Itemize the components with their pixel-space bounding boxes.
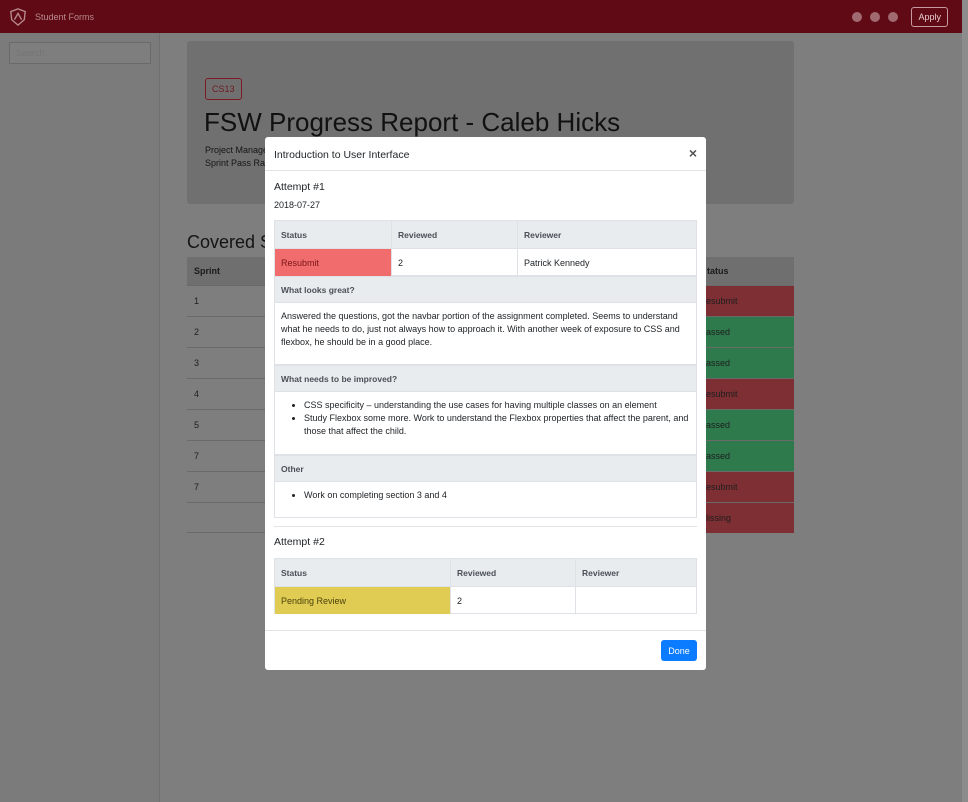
course-badge: CS13 [205, 78, 242, 100]
reviewer-header: Reviewer [576, 559, 696, 586]
status-badge: assed [700, 441, 794, 471]
what-looks-great-heading: What looks great? [274, 276, 697, 303]
other-list: Work on completing section 3 and 4 [274, 482, 697, 518]
status-badge: lissing [700, 503, 794, 533]
attempt-divider [274, 526, 697, 527]
status-cell: Pending Review [275, 586, 451, 614]
attempt-1-title: Attempt #1 [274, 181, 325, 193]
sprint-number: 3 [194, 358, 200, 368]
reviewed-header: Reviewed [451, 559, 576, 586]
status-cell: Resubmit [275, 248, 392, 276]
status-badge: assed [700, 410, 794, 440]
sidebar [0, 33, 160, 802]
shield-logo-icon[interactable] [9, 7, 27, 26]
needs-improvement-list: CSS specificity – understanding the use … [274, 392, 697, 455]
status-badge: esubmit [700, 286, 794, 316]
list-item: Study Flexbox some more. Work to underst… [304, 412, 690, 438]
reviewed-cell: 2 [392, 248, 518, 276]
search-input[interactable] [9, 42, 151, 64]
sprint-number: 2 [194, 327, 200, 337]
attempts-modal: Introduction to User Interface × Attempt… [265, 137, 706, 670]
project-manager-label: Project Manage [205, 145, 269, 155]
sprint-number: 7 [194, 482, 200, 492]
sprint-number: 5 [194, 420, 200, 430]
modal-footer-divider [265, 630, 706, 631]
github-icon[interactable] [852, 11, 863, 22]
reviewer-cell [576, 586, 696, 614]
sprint-number: 1 [194, 296, 200, 306]
reviewer-cell: Patrick Kennedy [518, 248, 696, 276]
status-header: Status [275, 221, 392, 248]
status-badge: esubmit [700, 379, 794, 409]
sprint-pass-rate-label: Sprint Pass Rat [205, 158, 268, 168]
modal-header: Introduction to User Interface × [265, 137, 706, 171]
sprint-number: 7 [194, 451, 200, 461]
twitter-icon[interactable] [870, 11, 881, 22]
done-button[interactable]: Done [661, 640, 697, 661]
needs-improvement-heading: What needs to be improved? [274, 365, 697, 392]
reviewed-header: Reviewed [392, 221, 518, 248]
other-heading: Other [274, 455, 697, 482]
navbar-actions: Apply [844, 6, 954, 27]
list-item: Work on completing section 3 and 4 [304, 489, 690, 502]
covered-sprints-heading: Covered S [187, 232, 273, 252]
modal-title: Introduction to User Interface [274, 149, 410, 161]
reviewed-cell: 2 [451, 586, 576, 614]
status-badge: assed [700, 317, 794, 347]
reviewer-header: Reviewer [518, 221, 696, 248]
status-badge: assed [700, 348, 794, 378]
apply-button[interactable]: Apply [911, 6, 948, 27]
close-icon[interactable]: × [689, 145, 697, 161]
attempt-1-date: 2018-07-27 [274, 200, 321, 210]
sprint-number: 4 [194, 389, 200, 399]
page-title: FSW Progress Report - Caleb Hicks [204, 107, 621, 137]
list-item: CSS specificity – understanding the use … [304, 399, 690, 412]
attempt-2-title: Attempt #2 [274, 536, 325, 548]
status-header: Status [275, 559, 451, 586]
attempt-1-table: Status Reviewed Reviewer Resubmit 2 Patr… [274, 220, 697, 276]
status-badge: esubmit [700, 472, 794, 502]
brand-name[interactable]: Student Forms [35, 12, 94, 22]
scrollbar[interactable] [962, 0, 968, 802]
what-looks-great-text: Answered the questions, got the navbar p… [274, 303, 697, 365]
status-column-header: tatus [700, 257, 794, 285]
attempt-2-table: Status Reviewed Reviewer Pending Review … [274, 558, 697, 614]
settings-icon[interactable] [888, 11, 899, 22]
top-navbar: Student Forms Apply [0, 0, 962, 33]
